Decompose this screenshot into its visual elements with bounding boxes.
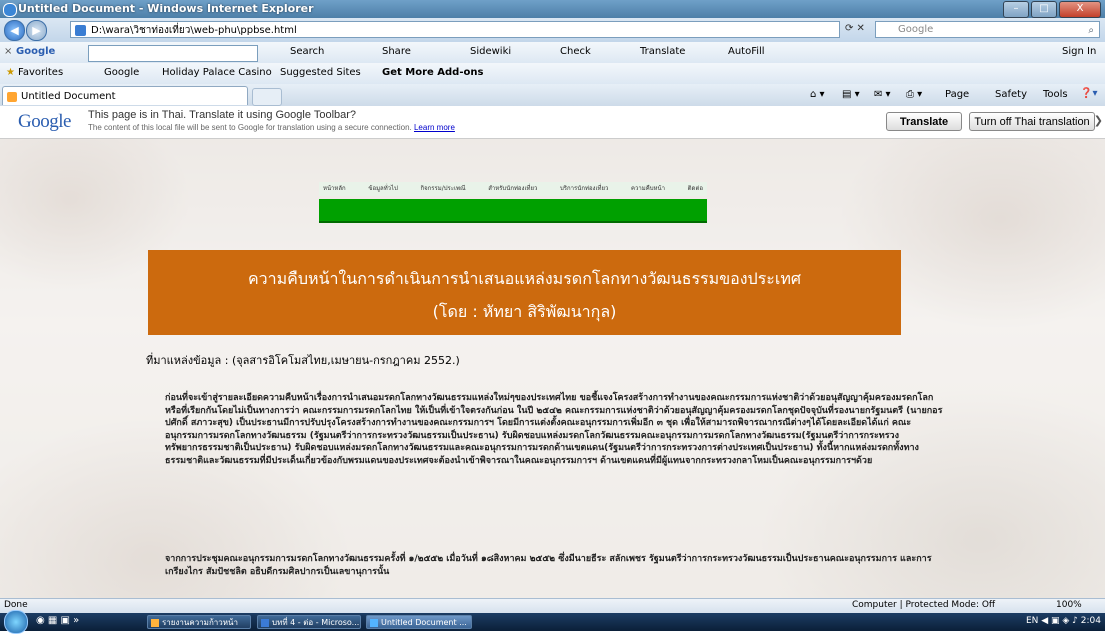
zoom-level[interactable]: 100% [1056,600,1082,610]
page-menu[interactable]: Page [945,89,969,100]
window-title: Untitled Document - Windows Internet Exp… [18,2,314,15]
fav-holiday-palace[interactable]: Holiday Palace Casino [162,67,272,78]
start-button[interactable] [4,610,28,634]
toolbar-sidewiki[interactable]: Sidewiki [470,46,511,57]
tab-bar: Untitled Document ⌂ ▾ ▤ ▾ ✉ ▾ ⎙ ▾ Page S… [0,84,1105,107]
translate-note: The content of this local file will be s… [88,123,455,132]
tab-title: Untitled Document [21,91,116,102]
site-menu: หน้าหลัก ข้อมูลทั่วไป กิจกรรม/ประเพณี สำ… [319,182,707,196]
home-icon[interactable]: ⌂ ▾ [810,89,825,100]
fav-suggested-sites[interactable]: Suggested Sites [280,67,361,78]
quick-launch-icons[interactable]: ◉ ▦ ▣ » [36,615,79,626]
favorites-button[interactable]: Favorites [18,67,63,78]
security-zone[interactable]: Computer | Protected Mode: Off [852,600,995,610]
address-url: D:\wara\วิชาท่องเที่ยว\web-phu\ppbse.htm… [91,25,297,36]
toolbar-check[interactable]: Check [560,46,591,57]
task-report[interactable]: รายงานความก้าวหน้า [147,615,251,629]
paragraph-2: จากการประชุมคณะอนุกรรมการมรดกโลกทางวัฒนธ… [165,554,932,577]
menu-home[interactable]: หน้าหลัก [323,182,346,196]
tray-icons[interactable]: ◀ ▣ ◈ ♪ [1041,616,1081,626]
fav-get-more-addons[interactable]: Get More Add-ons [382,67,483,78]
task-word[interactable]: บทที่ 4 - ต่อ - Microso... [257,615,361,629]
page-icon [75,25,86,36]
menu-contact[interactable]: ติดต่อ [688,182,703,196]
fav-google[interactable]: Google [104,67,139,78]
title-banner: ความคืบหน้าในการดำเนินการนำเสนอแหล่งมรดก… [148,250,901,335]
back-button[interactable]: ◀ [4,20,25,41]
menu-info[interactable]: ข้อมูลทั่วไป [368,182,398,196]
print-icon[interactable]: ⎙ ▾ [906,89,922,100]
address-bar-row: ◀ ▶ D:\wara\วิชาท่องเที่ยว\web-phu\ppbse… [0,18,1105,42]
refresh-icon[interactable]: ⟳ ✕ [845,23,865,34]
tools-menu[interactable]: Tools [1043,89,1068,100]
google-toolbar-label: Google [16,46,56,57]
language-indicator[interactable]: EN [1026,616,1038,626]
toolbar-share[interactable]: Share [382,46,411,57]
paragraph-1: ก่อนที่จะเข้าสู่รายละเอียดความคืบหน้าเรื… [165,393,943,466]
menu-tourists[interactable]: สำหรับนักท่องเที่ยว [488,182,537,196]
ie-icon [3,3,17,17]
google-toolbar-input[interactable] [88,45,258,62]
minimize-button[interactable]: – [1003,1,1029,18]
learn-more-link[interactable]: Learn more [414,123,455,132]
search-icon[interactable]: ⌕ [1088,23,1094,38]
menu-activities[interactable]: กิจกรรม/ประเพณี [421,182,466,196]
favorites-bar: ★ Favorites Google Holiday Palace Casino… [0,63,1105,85]
feeds-icon[interactable]: ▤ ▾ [842,89,860,100]
green-header-bar [319,199,707,223]
translate-button[interactable]: Translate [886,112,962,131]
sign-in-link[interactable]: Sign In [1062,46,1096,57]
close-icon[interactable]: ❯ [1094,114,1103,127]
help-icon[interactable]: ❓▾ [1080,88,1097,99]
page-content[interactable]: หน้าหลัก ข้อมูลทั่วไป กิจกรรม/ประเพณี สำ… [0,139,1105,598]
toolbar-autofill[interactable]: AutoFill [728,46,765,57]
address-field[interactable]: D:\wara\วิชาท่องเที่ยว\web-phu\ppbse.htm… [70,21,840,38]
toolbar-search[interactable]: Search [290,46,324,57]
banner-author: (โดย : หัทยา สิริพัฒนากุล) [432,302,617,321]
turn-off-translation-button[interactable]: Turn off Thai translation [969,112,1095,131]
menu-services[interactable]: บริการนักท่องเที่ยว [560,182,608,196]
google-logo: Google [18,111,71,132]
translate-message: This page is in Thai. Translate it using… [88,109,357,121]
forward-button[interactable]: ▶ [26,20,47,41]
task-icon [151,619,159,627]
search-input[interactable]: Google ⌕ [875,21,1100,38]
search-placeholder: Google [898,24,934,35]
task-ie[interactable]: Untitled Document ... [366,615,472,629]
clock[interactable]: 2:04 [1081,616,1101,626]
status-bar: Done Computer | Protected Mode: Off 100% [0,598,1105,613]
window-titlebar[interactable]: Untitled Document - Windows Internet Exp… [0,0,1105,18]
google-toolbar: × Google Search Share Sidewiki Check Tra… [0,42,1105,64]
translate-bar: Google This page is in Thai. Translate i… [0,106,1105,139]
tab-page-icon [7,92,17,102]
word-icon [261,619,269,627]
new-tab-button[interactable] [252,88,282,106]
mail-icon[interactable]: ✉ ▾ [874,89,891,100]
menu-progress[interactable]: ความคืบหน้า [631,182,665,196]
source-text: ที่มาแหล่งข้อมูล : (จุลสารอิโคโมสไทย,เมษ… [146,354,460,367]
star-icon: ★ [6,67,15,78]
close-button[interactable]: X [1059,1,1101,18]
taskbar: ◉ ▦ ▣ » รายงานความก้าวหน้า บทที่ 4 - ต่อ… [0,610,1105,634]
close-toolbar-icon[interactable]: × [4,46,12,57]
tab-untitled-document[interactable]: Untitled Document [2,86,248,105]
system-tray: EN ◀ ▣ ◈ ♪ 2:04 [1026,616,1101,626]
safety-menu[interactable]: Safety [995,89,1027,100]
toolbar-translate[interactable]: Translate [640,46,685,57]
banner-title: ความคืบหน้าในการดำเนินการนำเสนอแหล่งมรดก… [247,269,802,288]
maximize-button[interactable]: □ [1031,1,1057,18]
status-text: Done [4,600,28,610]
ie-task-icon [370,619,378,627]
